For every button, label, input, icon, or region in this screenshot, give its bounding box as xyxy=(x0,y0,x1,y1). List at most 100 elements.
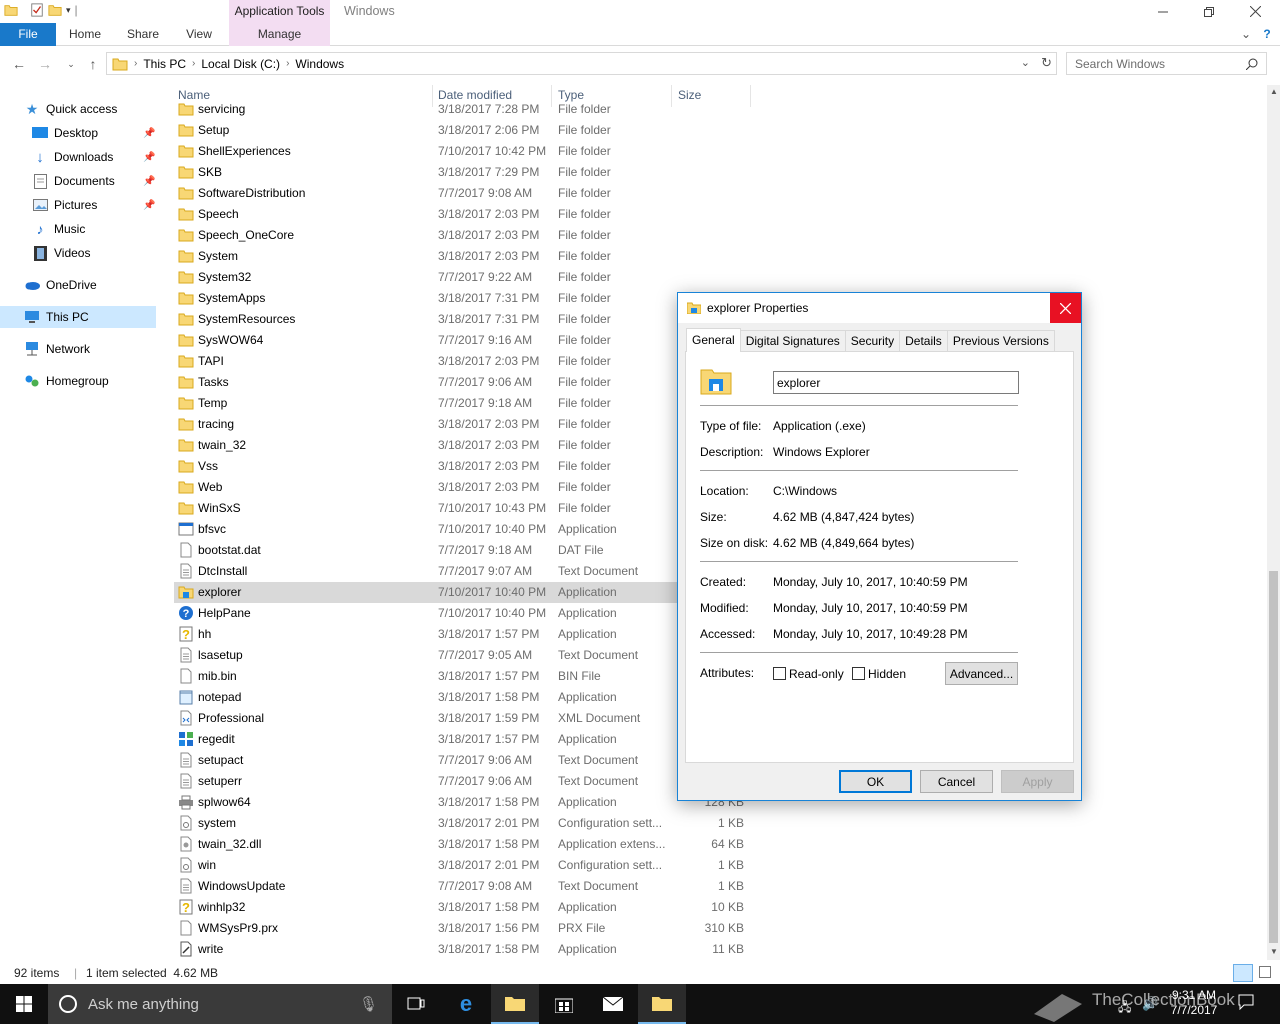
file-row-notepad[interactable]: notepad 3/18/2017 1:58 PM Application xyxy=(174,687,754,708)
nav-item-downloads[interactable]: ↓ Downloads 📌 xyxy=(0,146,156,168)
forward-icon[interactable]: → xyxy=(36,55,54,73)
nav-item-documents[interactable]: Documents 📌 xyxy=(0,170,156,192)
breadcrumb-local-disk[interactable]: Local Disk (C:) xyxy=(201,57,280,71)
up-icon[interactable]: ↑ xyxy=(84,55,102,73)
mail-icon[interactable] xyxy=(589,984,637,1024)
file-row-skb[interactable]: SKB 3/18/2017 7:29 PM File folder xyxy=(174,162,754,183)
readonly-checkbox[interactable] xyxy=(773,667,786,680)
file-row-temp[interactable]: Temp 7/7/2017 9:18 AM File folder xyxy=(174,393,754,414)
file-explorer-window-taskbar-icon[interactable] xyxy=(638,984,686,1024)
file-explorer-taskbar-icon[interactable] xyxy=(491,984,539,1024)
clock[interactable]: 9:31 AM 7/7/2017 xyxy=(1166,988,1222,1018)
file-row-speech-onecore[interactable]: Speech_OneCore 3/18/2017 2:03 PM File fold… xyxy=(174,225,754,246)
file-row-write[interactable]: write 3/18/2017 1:58 PM Application 11 KB xyxy=(174,939,754,960)
file-row-wmsyspr9-prx[interactable]: WMSysPr9.prx 3/18/2017 1:56 PM PRX File 310… xyxy=(174,918,754,939)
advanced-button[interactable]: Advanced... xyxy=(945,662,1018,685)
nav-item-onedrive[interactable]: OneDrive xyxy=(0,274,156,296)
nav-item-desktop[interactable]: Desktop 📌 xyxy=(0,122,156,144)
action-center-icon[interactable] xyxy=(1238,994,1254,1011)
task-view-icon[interactable] xyxy=(392,984,440,1024)
tab-previous-versions[interactable]: Previous Versions xyxy=(946,330,1055,352)
file-row-splwow64[interactable]: splwow64 3/18/2017 1:58 PM Application 128 … xyxy=(174,792,754,813)
file-row-regedit[interactable]: regedit 3/18/2017 1:57 PM Application xyxy=(174,729,754,750)
ok-button[interactable]: OK xyxy=(839,770,912,793)
file-row-shellexperiences[interactable]: ShellExperiences 7/10/2017 10:42 PM File f… xyxy=(174,141,754,162)
file-row-speech[interactable]: Speech 3/18/2017 2:03 PM File folder xyxy=(174,204,754,225)
file-row-syswow64[interactable]: SysWOW64 7/7/2017 9:16 AM File folder xyxy=(174,330,754,351)
breadcrumb-windows[interactable]: Windows xyxy=(295,57,344,71)
nav-item-pictures[interactable]: Pictures 📌 xyxy=(0,194,156,216)
minimize-button[interactable] xyxy=(1140,0,1186,23)
nav-item-network[interactable]: Network xyxy=(0,338,156,360)
tab-general[interactable]: General xyxy=(686,328,741,352)
file-row-twain-32[interactable]: twain_32 3/18/2017 2:03 PM File folder xyxy=(174,435,754,456)
tab-home[interactable]: Home xyxy=(60,23,110,46)
refresh-icon[interactable]: ↻ xyxy=(1041,55,1052,71)
file-row-web[interactable]: Web 3/18/2017 2:03 PM File folder xyxy=(174,477,754,498)
address-dropdown-icon[interactable]: ⌄ xyxy=(1021,56,1030,69)
chevron-right-icon[interactable]: › xyxy=(192,58,195,69)
start-button[interactable] xyxy=(0,984,48,1024)
edge-icon[interactable]: e xyxy=(442,984,490,1024)
tab-digital-signatures[interactable]: Digital Signatures xyxy=(739,330,846,352)
scroll-up-icon[interactable]: ▲ xyxy=(1270,87,1278,96)
cancel-button[interactable]: Cancel xyxy=(920,770,993,793)
scroll-down-icon[interactable]: ▼ xyxy=(1270,947,1278,956)
close-button[interactable] xyxy=(1232,0,1278,23)
chevron-right-icon[interactable]: › xyxy=(286,58,289,69)
dialog-close-button[interactable] xyxy=(1050,293,1081,323)
file-row-bootstat-dat[interactable]: bootstat.dat 7/7/2017 9:18 AM DAT File xyxy=(174,540,754,561)
file-row-bfsvc[interactable]: bfsvc 7/10/2017 10:40 PM Application xyxy=(174,519,754,540)
file-row-servicing[interactable]: servicing 3/18/2017 7:28 PM File folder xyxy=(174,99,754,120)
scrollbar-thumb[interactable] xyxy=(1269,571,1278,943)
tab-security[interactable]: Security xyxy=(844,330,901,352)
file-row-system32[interactable]: System32 7/7/2017 9:22 AM File folder xyxy=(174,267,754,288)
nav-item-videos[interactable]: Videos xyxy=(0,242,156,264)
qat-dropdown-icon[interactable]: ▾ xyxy=(66,5,71,16)
file-name-field[interactable]: explorer xyxy=(773,371,1019,394)
back-icon[interactable]: ← xyxy=(10,55,28,73)
file-row-professional[interactable]: Professional 3/18/2017 1:59 PM XML Documen… xyxy=(174,708,754,729)
file-row-tasks[interactable]: Tasks 7/7/2017 9:06 AM File folder xyxy=(174,372,754,393)
tab-file[interactable]: File xyxy=(0,23,56,46)
file-row-dtcinstall[interactable]: DtcInstall 7/7/2017 9:07 AM Text Document xyxy=(174,561,754,582)
file-row-setuperr[interactable]: setuperr 7/7/2017 9:06 AM Text Document xyxy=(174,771,754,792)
file-row-win[interactable]: win 3/18/2017 2:01 PM Configuration sett..… xyxy=(174,855,754,876)
hidden-checkbox[interactable] xyxy=(852,667,865,680)
address-bar[interactable]: › This PC › Local Disk (C:) › Windows ⌄ … xyxy=(106,52,1057,75)
file-row-lsasetup[interactable]: lsasetup 7/7/2017 9:05 AM Text Document xyxy=(174,645,754,666)
apply-button[interactable]: Apply xyxy=(1001,770,1074,793)
file-row-systemresources[interactable]: SystemResources 3/18/2017 7:31 PM File fol… xyxy=(174,309,754,330)
file-row-windowsupdate[interactable]: WindowsUpdate 7/7/2017 9:08 AM Text Docume… xyxy=(174,876,754,897)
new-folder-icon[interactable] xyxy=(48,3,62,17)
file-row-system[interactable]: system 3/18/2017 2:01 PM Configuration set… xyxy=(174,813,754,834)
cortana-search-box[interactable]: Ask me anything 🎙 xyxy=(48,984,392,1024)
file-row-winhlp32[interactable]: ? winhlp32 3/18/2017 1:58 PM Application 10 … xyxy=(174,897,754,918)
tab-share[interactable]: Share xyxy=(120,23,166,46)
file-row-winsxs[interactable]: WinSxS 7/10/2017 10:43 PM File folder xyxy=(174,498,754,519)
breadcrumb-this-pc[interactable]: This PC xyxy=(143,57,186,71)
file-row-tracing[interactable]: tracing 3/18/2017 2:03 PM File folder xyxy=(174,414,754,435)
network-tray-icon[interactable]: 🖧 xyxy=(1118,998,1131,1019)
help-icon[interactable]: ? xyxy=(1258,23,1276,46)
file-row-explorer[interactable]: explorer 7/10/2017 10:40 PM Application xyxy=(174,582,764,603)
file-row-twain-32-dll[interactable]: twain_32.dll 3/18/2017 1:58 PM Application… xyxy=(174,834,754,855)
tab-manage[interactable]: Manage xyxy=(229,23,330,46)
file-row-setupact[interactable]: setupact 7/7/2017 9:06 AM Text Document xyxy=(174,750,754,771)
store-icon[interactable] xyxy=(540,984,588,1024)
details-view-icon[interactable] xyxy=(1233,964,1253,982)
file-row-vss[interactable]: Vss 3/18/2017 2:03 PM File folder xyxy=(174,456,754,477)
nav-item-homegroup[interactable]: Homegroup xyxy=(0,370,156,392)
microphone-icon[interactable]: 🎙 xyxy=(359,995,378,1013)
tab-view[interactable]: View xyxy=(176,23,222,46)
tab-details[interactable]: Details xyxy=(899,330,948,352)
nav-item-this-pc[interactable]: This PC xyxy=(0,306,156,328)
properties-icon[interactable] xyxy=(30,3,44,17)
file-row-setup[interactable]: Setup 3/18/2017 2:06 PM File folder xyxy=(174,120,754,141)
file-row-mib-bin[interactable]: mib.bin 3/18/2017 1:57 PM BIN File xyxy=(174,666,754,687)
large-icons-view-icon[interactable] xyxy=(1259,966,1271,978)
file-row-tapi[interactable]: TAPI 3/18/2017 2:03 PM File folder xyxy=(174,351,754,372)
vertical-scrollbar[interactable]: ▲ ▼ xyxy=(1267,85,1280,960)
nav-item-quick-access[interactable]: ★ Quick access xyxy=(0,98,156,120)
nav-item-music[interactable]: ♪ Music xyxy=(0,218,156,240)
